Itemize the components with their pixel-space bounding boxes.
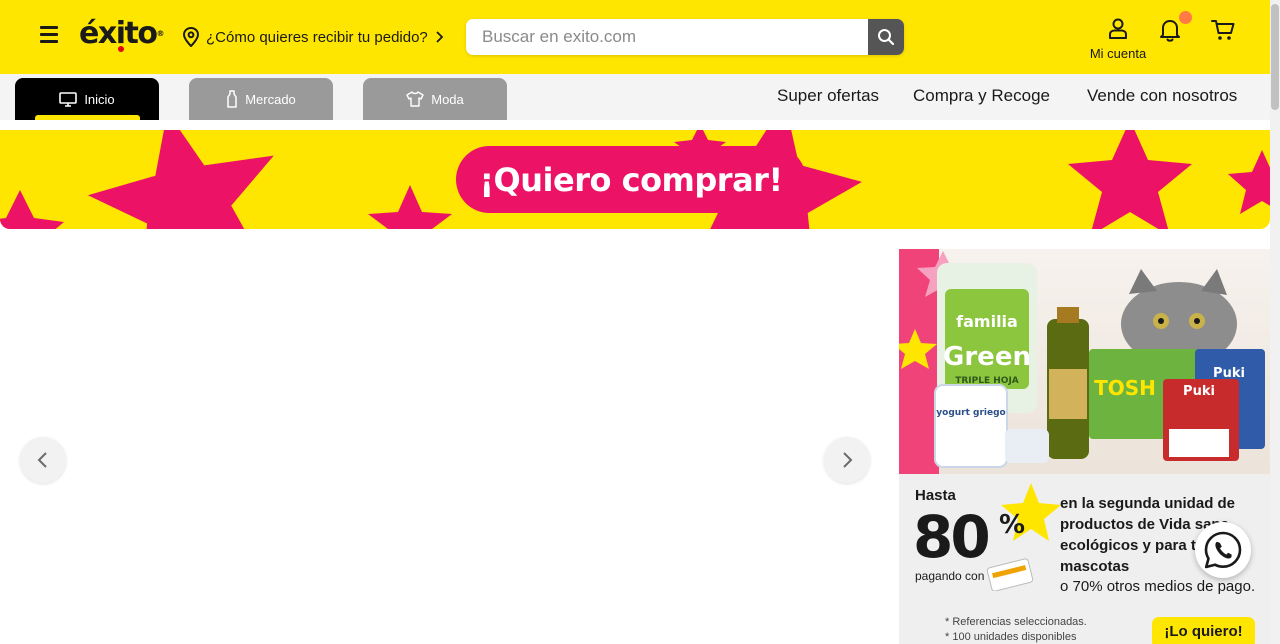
bell-icon [1160, 20, 1180, 42]
puki-bag-text: Puki [1213, 366, 1245, 381]
ad-other-payment: o 70% otros medios de pago. [1060, 578, 1256, 595]
logo-dot [118, 46, 124, 52]
tab-moda-label: Moda [431, 91, 464, 107]
logo-text: éxito [79, 16, 158, 51]
delivery-selector[interactable]: ¿Cómo quieres recibir tu pedido? [182, 26, 444, 48]
cart-button[interactable] [1210, 18, 1236, 42]
tab-mercado-label: Mercado [245, 91, 296, 107]
carousel-next-button[interactable] [824, 437, 870, 483]
tab-mercado[interactable]: Mercado [189, 78, 333, 120]
chevron-left-icon [37, 452, 47, 468]
promo-text: ¡Quiero comprar! [479, 160, 783, 199]
ad-pagando-con: pagando con [915, 569, 985, 583]
whatsapp-icon [1204, 531, 1242, 569]
user-icon [1109, 18, 1127, 39]
nav-link-vende-con-nosotros[interactable]: Vende con nosotros [1087, 86, 1237, 106]
search-button[interactable] [868, 19, 904, 55]
tab-inicio[interactable]: Inicio [15, 78, 159, 120]
logo-registered-mark: ® [156, 29, 165, 38]
bottle-icon [227, 90, 237, 108]
carousel-prev-button[interactable] [20, 437, 66, 483]
active-tab-indicator [35, 115, 140, 120]
location-pin-icon [182, 27, 200, 47]
side-advertisement[interactable]: familia Green TRIPLE HOJA TOSH Puki Puki… [899, 249, 1270, 644]
chevron-right-icon [843, 452, 853, 468]
ad-reference-line: * 100 unidades disponibles [945, 631, 1077, 643]
account-button[interactable]: Mi cuenta [1086, 18, 1150, 61]
ad-products-illustration: familia Green TRIPLE HOJA TOSH Puki Puki… [899, 251, 1265, 468]
paper-line-text: Green [943, 342, 1031, 372]
chevron-right-icon [436, 31, 444, 43]
scrollbar[interactable] [1270, 0, 1280, 644]
notification-badge [1179, 11, 1192, 24]
puki-pouch-text: Puki [1183, 384, 1215, 399]
header: éxito® ¿Cómo quieres recibir tu pedido? [0, 0, 1270, 74]
hero-carousel [0, 249, 890, 644]
ad-hasta-label: Hasta [915, 487, 956, 504]
scrollbar-thumb[interactable] [1271, 4, 1279, 110]
ad-discount-value: 80 [913, 503, 991, 571]
ad-reference-line: * Referencias seleccionadas. [945, 616, 1087, 628]
yogurt-text: yogurt griego [936, 408, 1005, 418]
menu-icon[interactable] [40, 26, 58, 46]
monitor-icon [59, 91, 78, 107]
search-icon [878, 29, 895, 46]
shirt-icon [406, 91, 424, 107]
whatsapp-button[interactable] [1195, 522, 1251, 578]
tab-moda[interactable]: Moda [363, 78, 507, 120]
search-bar [466, 19, 904, 55]
tab-inicio-label: Inicio [84, 91, 115, 107]
cart-icon [1211, 20, 1235, 40]
nav-link-compra-y-recoge[interactable]: Compra y Recoge [913, 86, 1050, 106]
promo-pill: ¡Quiero comprar! [456, 146, 806, 213]
promo-banner[interactable]: ¡Quiero comprar! [0, 130, 1270, 229]
delivery-prompt: ¿Cómo quieres recibir tu pedido? [206, 28, 428, 46]
ad-cta-button[interactable]: ¡Lo quiero! [1152, 617, 1255, 644]
ad-product-photo: familia Green TRIPLE HOJA TOSH Puki Puki… [899, 249, 1270, 474]
payment-card-icon [986, 558, 1034, 591]
tosh-brand-text: TOSH [1094, 376, 1156, 400]
ad-references: * Referencias seleccionadas. * 100 unida… [945, 615, 1087, 644]
nav-link-super-ofertas[interactable]: Super ofertas [777, 86, 879, 106]
category-tabs-bar: Inicio Mercado Moda [0, 74, 1270, 120]
page: éxito® ¿Cómo quieres recibir tu pedido? [0, 0, 1280, 644]
paper-brand-text: familia [956, 312, 1018, 331]
ad-percent-sign: % [999, 510, 1026, 540]
account-label: Mi cuenta [1089, 46, 1147, 61]
search-input[interactable] [466, 19, 868, 55]
